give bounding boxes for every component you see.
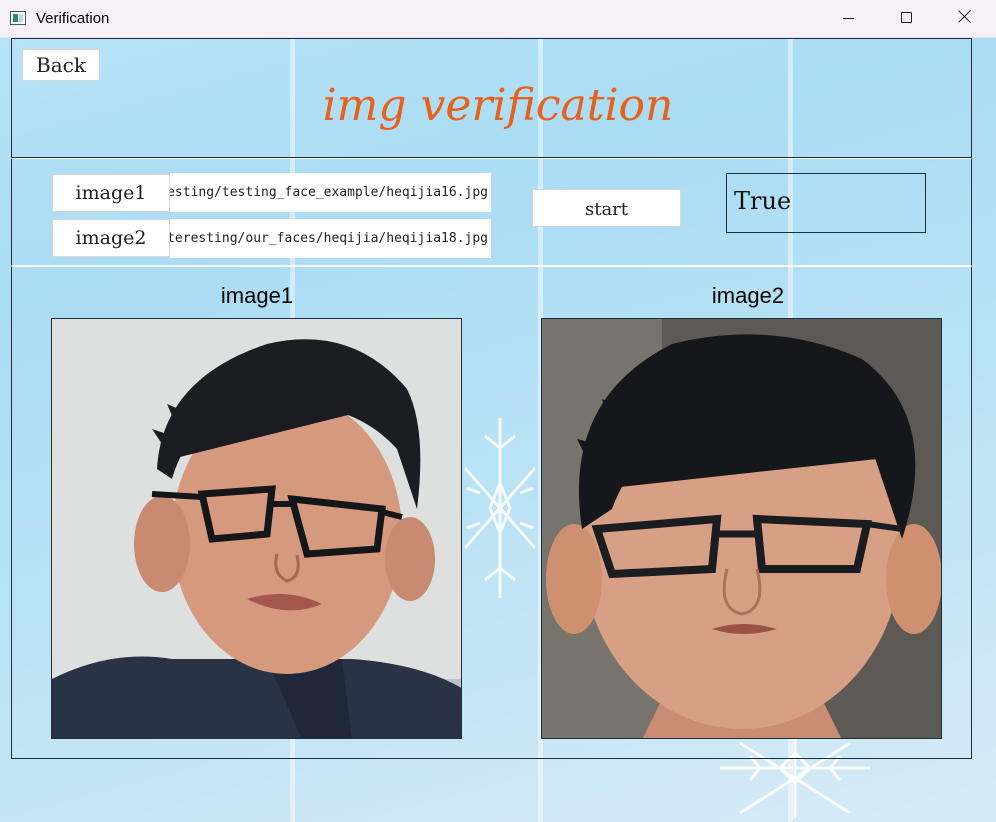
minimize-button[interactable]: [819, 0, 877, 38]
back-button[interactable]: Back: [22, 49, 100, 81]
close-icon: [958, 9, 972, 23]
app-window-icon: [10, 11, 26, 25]
image2-caption: image2: [711, 283, 785, 308]
title-bar: Verification: [0, 0, 996, 38]
select-image2-button[interactable]: image2: [52, 219, 170, 257]
image2-photo: [541, 318, 942, 739]
close-button[interactable]: [935, 0, 993, 38]
start-button[interactable]: start: [532, 189, 681, 227]
window-title: Verification: [36, 10, 110, 27]
result-display: True: [726, 173, 926, 233]
select-image1-button[interactable]: image1: [52, 174, 170, 212]
image1-path-field[interactable]: D:/interesting/testing_face_example/heqi…: [170, 173, 491, 212]
image2-path-field[interactable]: D:/interesting/our_faces/heqijia/heqijia…: [170, 219, 491, 258]
client-area: Back img verification image1 D:/interest…: [0, 38, 996, 822]
maximize-button[interactable]: [877, 0, 935, 38]
maximize-icon: [901, 12, 912, 23]
minimize-icon: [843, 18, 854, 19]
page-title: img verification: [322, 80, 674, 131]
image1-caption: image1: [220, 283, 294, 308]
image1-photo: [51, 318, 462, 739]
